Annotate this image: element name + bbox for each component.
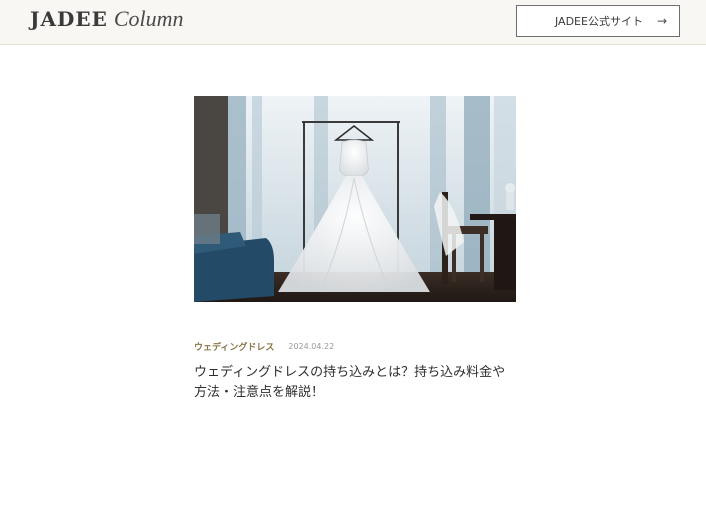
official-site-button[interactable]: JADEE公式サイト →: [516, 5, 680, 37]
site-header: JADEE Column JADEE公式サイト →: [0, 0, 706, 45]
arrow-right-icon: →: [656, 14, 667, 28]
category-label[interactable]: ウェディングドレス: [194, 340, 274, 353]
article-thumbnail[interactable]: [194, 96, 516, 302]
site-logo[interactable]: JADEE Column: [30, 6, 184, 36]
article-meta: ウェディングドレス 2024.04.22: [194, 339, 516, 353]
publish-date: 2024.04.22: [288, 341, 335, 351]
article-title-line-2: 方法・注意点を解説！: [194, 385, 325, 400]
logo-wordmark: JADEE: [30, 7, 108, 31]
wedding-dress-image: [194, 96, 516, 302]
article-title[interactable]: ウェディングドレスの持ち込みとは？持ち込み料金や 方法・注意点を解説！: [194, 363, 514, 403]
official-site-label: JADEE公式サイト: [555, 15, 643, 28]
logo-subtitle: Column: [113, 6, 184, 31]
article-card[interactable]: ウェディングドレス 2024.04.22 ウェディングドレスの持ち込みとは？持ち…: [194, 96, 516, 403]
article-title-line-1: ウェディングドレスの持ち込みとは？持ち込み料金や: [194, 365, 506, 380]
